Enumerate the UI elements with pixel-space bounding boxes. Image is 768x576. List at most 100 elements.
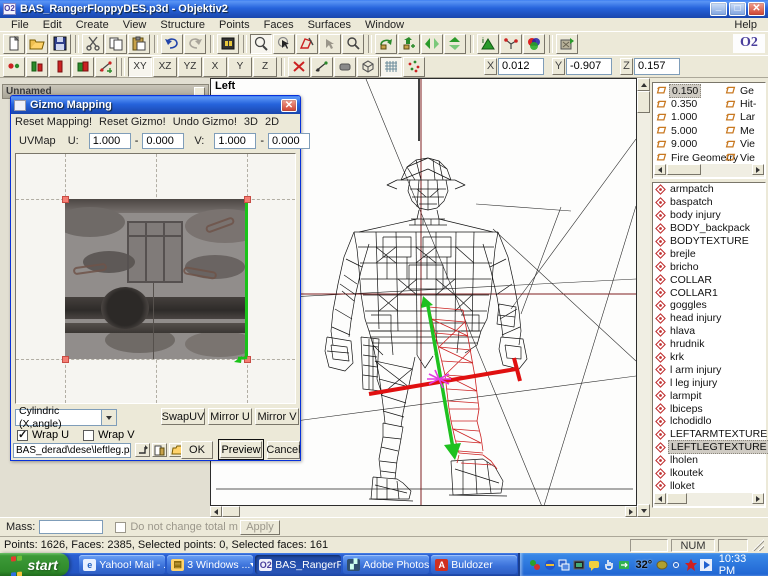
minimize-button[interactable]: _	[710, 2, 727, 16]
lod-list-item[interactable]: 1.000	[654, 111, 722, 124]
selection-list-item[interactable]: krk	[653, 351, 765, 364]
selection-list-item[interactable]: goggles	[653, 299, 765, 312]
globe-q-icon[interactable]	[670, 558, 683, 572]
selection-list-item[interactable]: brejle	[653, 247, 765, 260]
winamp-icon[interactable]	[685, 558, 698, 572]
redo-button[interactable]	[184, 34, 206, 54]
selection-list-item[interactable]: head injury	[653, 312, 765, 325]
edge-mode-button[interactable]	[26, 57, 48, 77]
selection-list-item[interactable]: LEFTARMTEXTURE	[653, 428, 765, 441]
maximize-button[interactable]: □	[729, 2, 746, 16]
lod-list-item[interactable]: 0.350	[654, 97, 722, 110]
rotate-button[interactable]	[375, 34, 397, 54]
lod-list-item[interactable]: Me	[723, 124, 765, 137]
y-coord-field[interactable]: -0.907	[566, 58, 612, 75]
selection-list-item[interactable]: lkoutek	[653, 467, 765, 480]
plane-y-button[interactable]: Y	[228, 57, 252, 77]
lod-list-item[interactable]: Hit-	[723, 97, 765, 110]
viewport-vscrollbar[interactable]	[637, 78, 650, 517]
lod-list-item[interactable]: 0.150	[654, 84, 722, 97]
selection-list-item[interactable]: COLLAR1	[653, 286, 765, 299]
close-button[interactable]: ✕	[748, 2, 765, 16]
media-play-icon[interactable]	[700, 558, 713, 572]
mirror-u-button[interactable]: Mirror U	[208, 408, 252, 425]
mirror-v-button[interactable]: Mirror V	[255, 408, 299, 425]
lod-list-item[interactable]: 5.000	[654, 124, 722, 137]
point-mode-button[interactable]	[3, 57, 25, 77]
lod-list-item[interactable]: Vie	[723, 151, 765, 164]
viewport-hscrollbar[interactable]	[210, 506, 637, 517]
selection-list-item[interactable]: hlava	[653, 325, 765, 338]
rgb-color-button[interactable]	[523, 34, 545, 54]
selection-list-item[interactable]: larmpit	[653, 389, 765, 402]
save-button[interactable]	[49, 34, 71, 54]
v2-field[interactable]: 0.000	[268, 133, 310, 149]
selection-list-item[interactable]: body injury	[653, 209, 765, 222]
hand-pointer-icon[interactable]	[603, 558, 616, 572]
wrap-v-checkbox[interactable]	[83, 430, 94, 441]
task-objektiv2[interactable]: O2 BAS_RangerF...	[255, 555, 341, 574]
grid-button[interactable]	[380, 57, 402, 77]
uv-preview-area[interactable]	[15, 153, 296, 404]
selection-list-item[interactable]: BODYTEXTURE	[653, 235, 765, 248]
flip-vertical-button[interactable]	[444, 34, 466, 54]
projection-select[interactable]: Cylindric (X,angle)	[15, 409, 117, 426]
uv-handle-tl[interactable]	[62, 196, 69, 203]
menu-view[interactable]: View	[116, 19, 154, 31]
menu-window[interactable]: Window	[358, 19, 411, 31]
selection-list-item[interactable]: bricho	[653, 260, 765, 273]
selection-list-item[interactable]: LEFTLEGTEXTURE	[653, 441, 765, 454]
drag-points-button[interactable]	[95, 57, 117, 77]
texture-list-button[interactable]	[152, 443, 167, 457]
reset-mapping-menu[interactable]: Reset Mapping!	[15, 115, 99, 130]
apply-button[interactable]: Apply	[240, 520, 280, 535]
flip-horizontal-button[interactable]	[421, 34, 443, 54]
menu-help[interactable]: Help	[727, 19, 764, 31]
task-windows-group[interactable]: ▤ 3 Windows ...	[167, 555, 253, 574]
cancel-button[interactable]: Cancel	[267, 441, 300, 459]
plane-x-button[interactable]: X	[203, 57, 227, 77]
tv-tuner-icon[interactable]	[573, 558, 586, 572]
deselect-button[interactable]	[319, 34, 341, 54]
uv-handle-tr[interactable]	[244, 196, 251, 203]
menu-file[interactable]: File	[4, 19, 36, 31]
mass-total-checkbox[interactable]	[115, 522, 126, 533]
selection-list-item[interactable]: BODY_backpack	[653, 222, 765, 235]
menu-structure[interactable]: Structure	[153, 19, 212, 31]
selection-list-item[interactable]: l leg injury	[653, 376, 765, 389]
open-file-button[interactable]	[26, 34, 48, 54]
preview-button[interactable]: Preview	[218, 439, 264, 460]
lod-list[interactable]: 0.150 0.350 1.000 5.000 9.000 Fire Geome…	[652, 82, 766, 179]
chat-icon[interactable]	[588, 558, 601, 572]
select-poly-button[interactable]	[296, 34, 318, 54]
paste-button[interactable]	[128, 34, 150, 54]
menu-faces[interactable]: Faces	[257, 19, 301, 31]
dialog-title-bar[interactable]: Gizmo Mapping ✕	[11, 96, 300, 114]
task-photoshop[interactable]: ▞ Adobe Photos...	[343, 555, 429, 574]
copy-button[interactable]	[105, 34, 127, 54]
uv-handle-bl[interactable]	[62, 356, 69, 363]
zoom-button[interactable]	[342, 34, 364, 54]
plane-xy-button[interactable]: XY	[128, 57, 152, 77]
z-coord-field[interactable]: 0.157	[634, 58, 680, 75]
select-lasso-button[interactable]	[250, 34, 272, 54]
plane-z-button[interactable]: Z	[253, 57, 277, 77]
new-file-button[interactable]	[3, 34, 25, 54]
delete-selection-button[interactable]	[288, 57, 310, 77]
swapuv-button[interactable]: SwapUV	[161, 408, 205, 425]
taskbar-clock[interactable]: 10:33 PM	[719, 553, 762, 576]
task-yahoo-mail[interactable]: e Yahoo! Mail - ...	[79, 555, 165, 574]
messenger-icon[interactable]	[528, 558, 541, 572]
undo-gizmo-menu[interactable]: Undo Gizmo!	[173, 115, 244, 130]
network-windows-icon[interactable]	[558, 558, 571, 572]
selection-list-item[interactable]: hrudnik	[653, 338, 765, 351]
lod-list-item[interactable]: Lar	[723, 111, 765, 124]
u2-field[interactable]: 0.000	[142, 133, 184, 149]
volume-coin-icon[interactable]	[655, 558, 668, 572]
object-mode-button[interactable]	[72, 57, 94, 77]
selection-list-item[interactable]: lloket	[653, 479, 765, 492]
mass-field[interactable]	[39, 520, 103, 534]
menu-edit[interactable]: Edit	[36, 19, 69, 31]
face-mode-button[interactable]	[49, 57, 71, 77]
lod-list-item[interactable]: Ge	[723, 84, 765, 97]
